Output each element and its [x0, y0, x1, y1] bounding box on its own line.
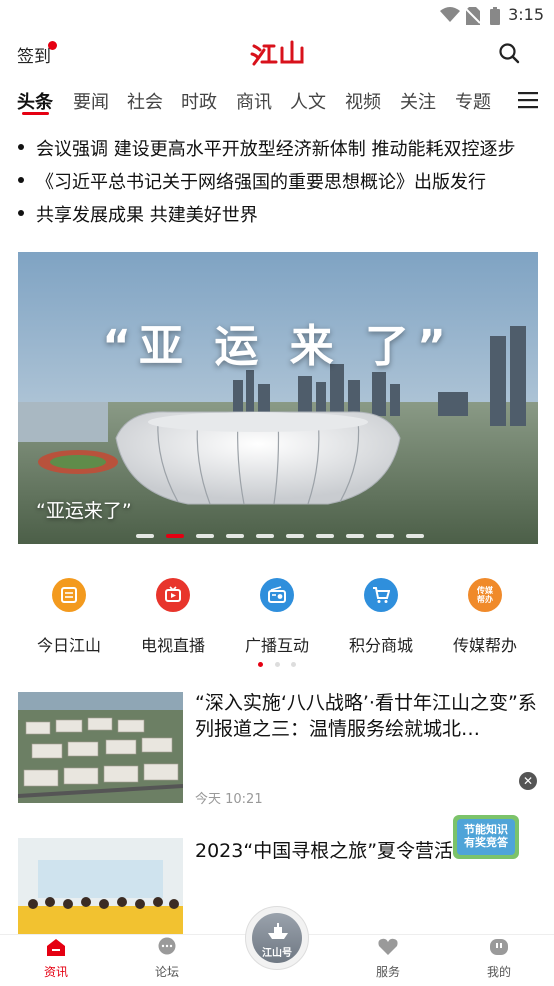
nav-jiangshan-hao[interactable]: 江山号	[245, 906, 309, 970]
profile-icon	[490, 939, 508, 955]
tab-politics[interactable]: 时政	[181, 88, 217, 114]
app-logo	[250, 38, 306, 66]
quick-entry-label: 广播互动	[244, 636, 309, 655]
help-badge-icon: 传媒帮办	[468, 578, 502, 612]
tab-headline[interactable]: 头条	[17, 88, 53, 114]
bullet	[18, 177, 24, 183]
nav-label: 我的	[486, 965, 511, 979]
home-icon	[47, 939, 65, 956]
nav-label: 江山号	[262, 948, 292, 959]
banner-pager-dot[interactable]	[406, 534, 424, 538]
quick-entry-points-mall[interactable]: 积分商城	[341, 578, 421, 656]
ship-shape	[268, 923, 288, 939]
status-bar: 3:15	[0, 0, 554, 30]
battery-icon	[490, 7, 500, 25]
status-time: 3:15	[508, 5, 544, 24]
banner-pager-dot[interactable]	[316, 534, 334, 538]
channel-tabs: 头条 要闻 社会 时政 商讯 人文 视频 关注 专题	[0, 84, 554, 118]
banner-pager-dot[interactable]	[376, 534, 394, 538]
search-icon[interactable]	[498, 42, 520, 64]
banner-pager-dot[interactable]	[136, 534, 154, 538]
nav-label: 服务	[375, 965, 400, 979]
quick-pager-dot	[275, 662, 280, 667]
quick-entry-label: 积分商城	[348, 636, 413, 655]
nav-label: 论坛	[154, 965, 179, 979]
banner-caption: “亚运来了”	[36, 500, 132, 522]
nav-news[interactable]: 资讯	[26, 937, 86, 980]
quick-entry-today-jiangshan[interactable]: 今日江山	[29, 578, 109, 656]
tab-topics[interactable]: 专题	[455, 88, 491, 114]
summer-camp-photo	[18, 838, 183, 938]
news-thumbnail[interactable]	[18, 692, 183, 803]
headline-text: 会议强调 建设更高水平开放型经济新体制 推动能耗双控逐步	[36, 139, 516, 160]
headline-item[interactable]: 《习近平总书记关于网络强国的重要思想概论》出版发行	[0, 165, 554, 195]
channel-menu-icon[interactable]	[518, 91, 538, 109]
quick-entry-label: 传媒帮办	[452, 636, 517, 655]
quick-entry-label: 今日江山	[36, 636, 101, 655]
news-title[interactable]: “深入实施‘八八战略’·看廿年江山之变”系列报道之三：温情服务绘就城北…	[195, 690, 540, 742]
signin-notification-dot	[48, 41, 57, 50]
headline-text: 共享发展成果 共建美好世界	[36, 205, 258, 226]
ad-badge-line2: 有奖竞答	[464, 836, 508, 849]
tab-culture[interactable]: 人文	[290, 88, 326, 114]
quick-entry-tv-live[interactable]: 电视直播	[133, 578, 213, 656]
headline-item[interactable]: 会议强调 建设更高水平开放型经济新体制 推动能耗双控逐步	[0, 132, 554, 162]
heart-icon	[378, 938, 398, 955]
banner-pager-dot[interactable]	[196, 534, 214, 538]
nav-profile[interactable]: 我的	[469, 937, 529, 980]
newspaper-icon	[52, 578, 86, 612]
quick-entry-label: 电视直播	[140, 636, 205, 655]
city-aerial-photo	[18, 692, 183, 803]
nav-services[interactable]: 服务	[358, 937, 418, 980]
banner-headline: “亚 运 来 了”	[102, 321, 454, 372]
banner-pager-dot[interactable]	[256, 534, 274, 538]
headline-item[interactable]: 共享发展成果 共建美好世界	[0, 198, 554, 228]
nav-forum[interactable]: 论坛	[137, 937, 197, 980]
tab-news[interactable]: 要闻	[73, 88, 109, 114]
ad-badge-line1: 节能知识	[464, 823, 508, 836]
no-sim-icon	[466, 7, 480, 25]
bullet	[18, 144, 24, 150]
quick-entry-radio[interactable]: 广播互动	[237, 578, 317, 656]
wifi-icon	[440, 7, 460, 22]
jiangshan-logo-icon	[250, 40, 304, 66]
banner-pager-dot[interactable]	[286, 534, 304, 538]
news-timestamp: 今天 10:21	[195, 792, 263, 807]
tab-society[interactable]: 社会	[127, 88, 163, 114]
banner-pager-dot[interactable]	[346, 534, 364, 538]
tab-video[interactable]: 视频	[345, 88, 381, 114]
tab-following[interactable]: 关注	[400, 88, 436, 114]
bullet	[18, 210, 24, 216]
quick-entry-media-help[interactable]: 传媒帮办 传媒帮办	[445, 578, 525, 656]
tab-business[interactable]: 商讯	[236, 88, 272, 114]
quick-pager-dot	[291, 662, 296, 667]
news-thumbnail[interactable]	[18, 838, 183, 938]
tv-icon	[156, 578, 190, 612]
quiz-ad-badge[interactable]: 节能知识 有奖竞答	[451, 811, 521, 863]
radio-icon	[260, 578, 294, 612]
active-tab-indicator	[22, 112, 49, 115]
help-badge-icon-text: 传媒帮办	[477, 586, 493, 604]
quick-pager-dot	[258, 662, 263, 667]
forum-icon	[158, 937, 176, 955]
banner-pager-dot[interactable]	[166, 534, 184, 538]
nav-label: 资讯	[43, 965, 68, 979]
close-icon[interactable]: ✕	[519, 772, 537, 790]
headline-text: 《习近平总书记关于网络强国的重要思想概论》出版发行	[36, 172, 486, 193]
banner-carousel[interactable]: “亚 运 来 了” “亚运来了”	[18, 252, 538, 544]
signin-button[interactable]: 签到	[17, 42, 51, 67]
banner-pager-dot[interactable]	[226, 534, 244, 538]
cart-icon	[364, 578, 398, 612]
